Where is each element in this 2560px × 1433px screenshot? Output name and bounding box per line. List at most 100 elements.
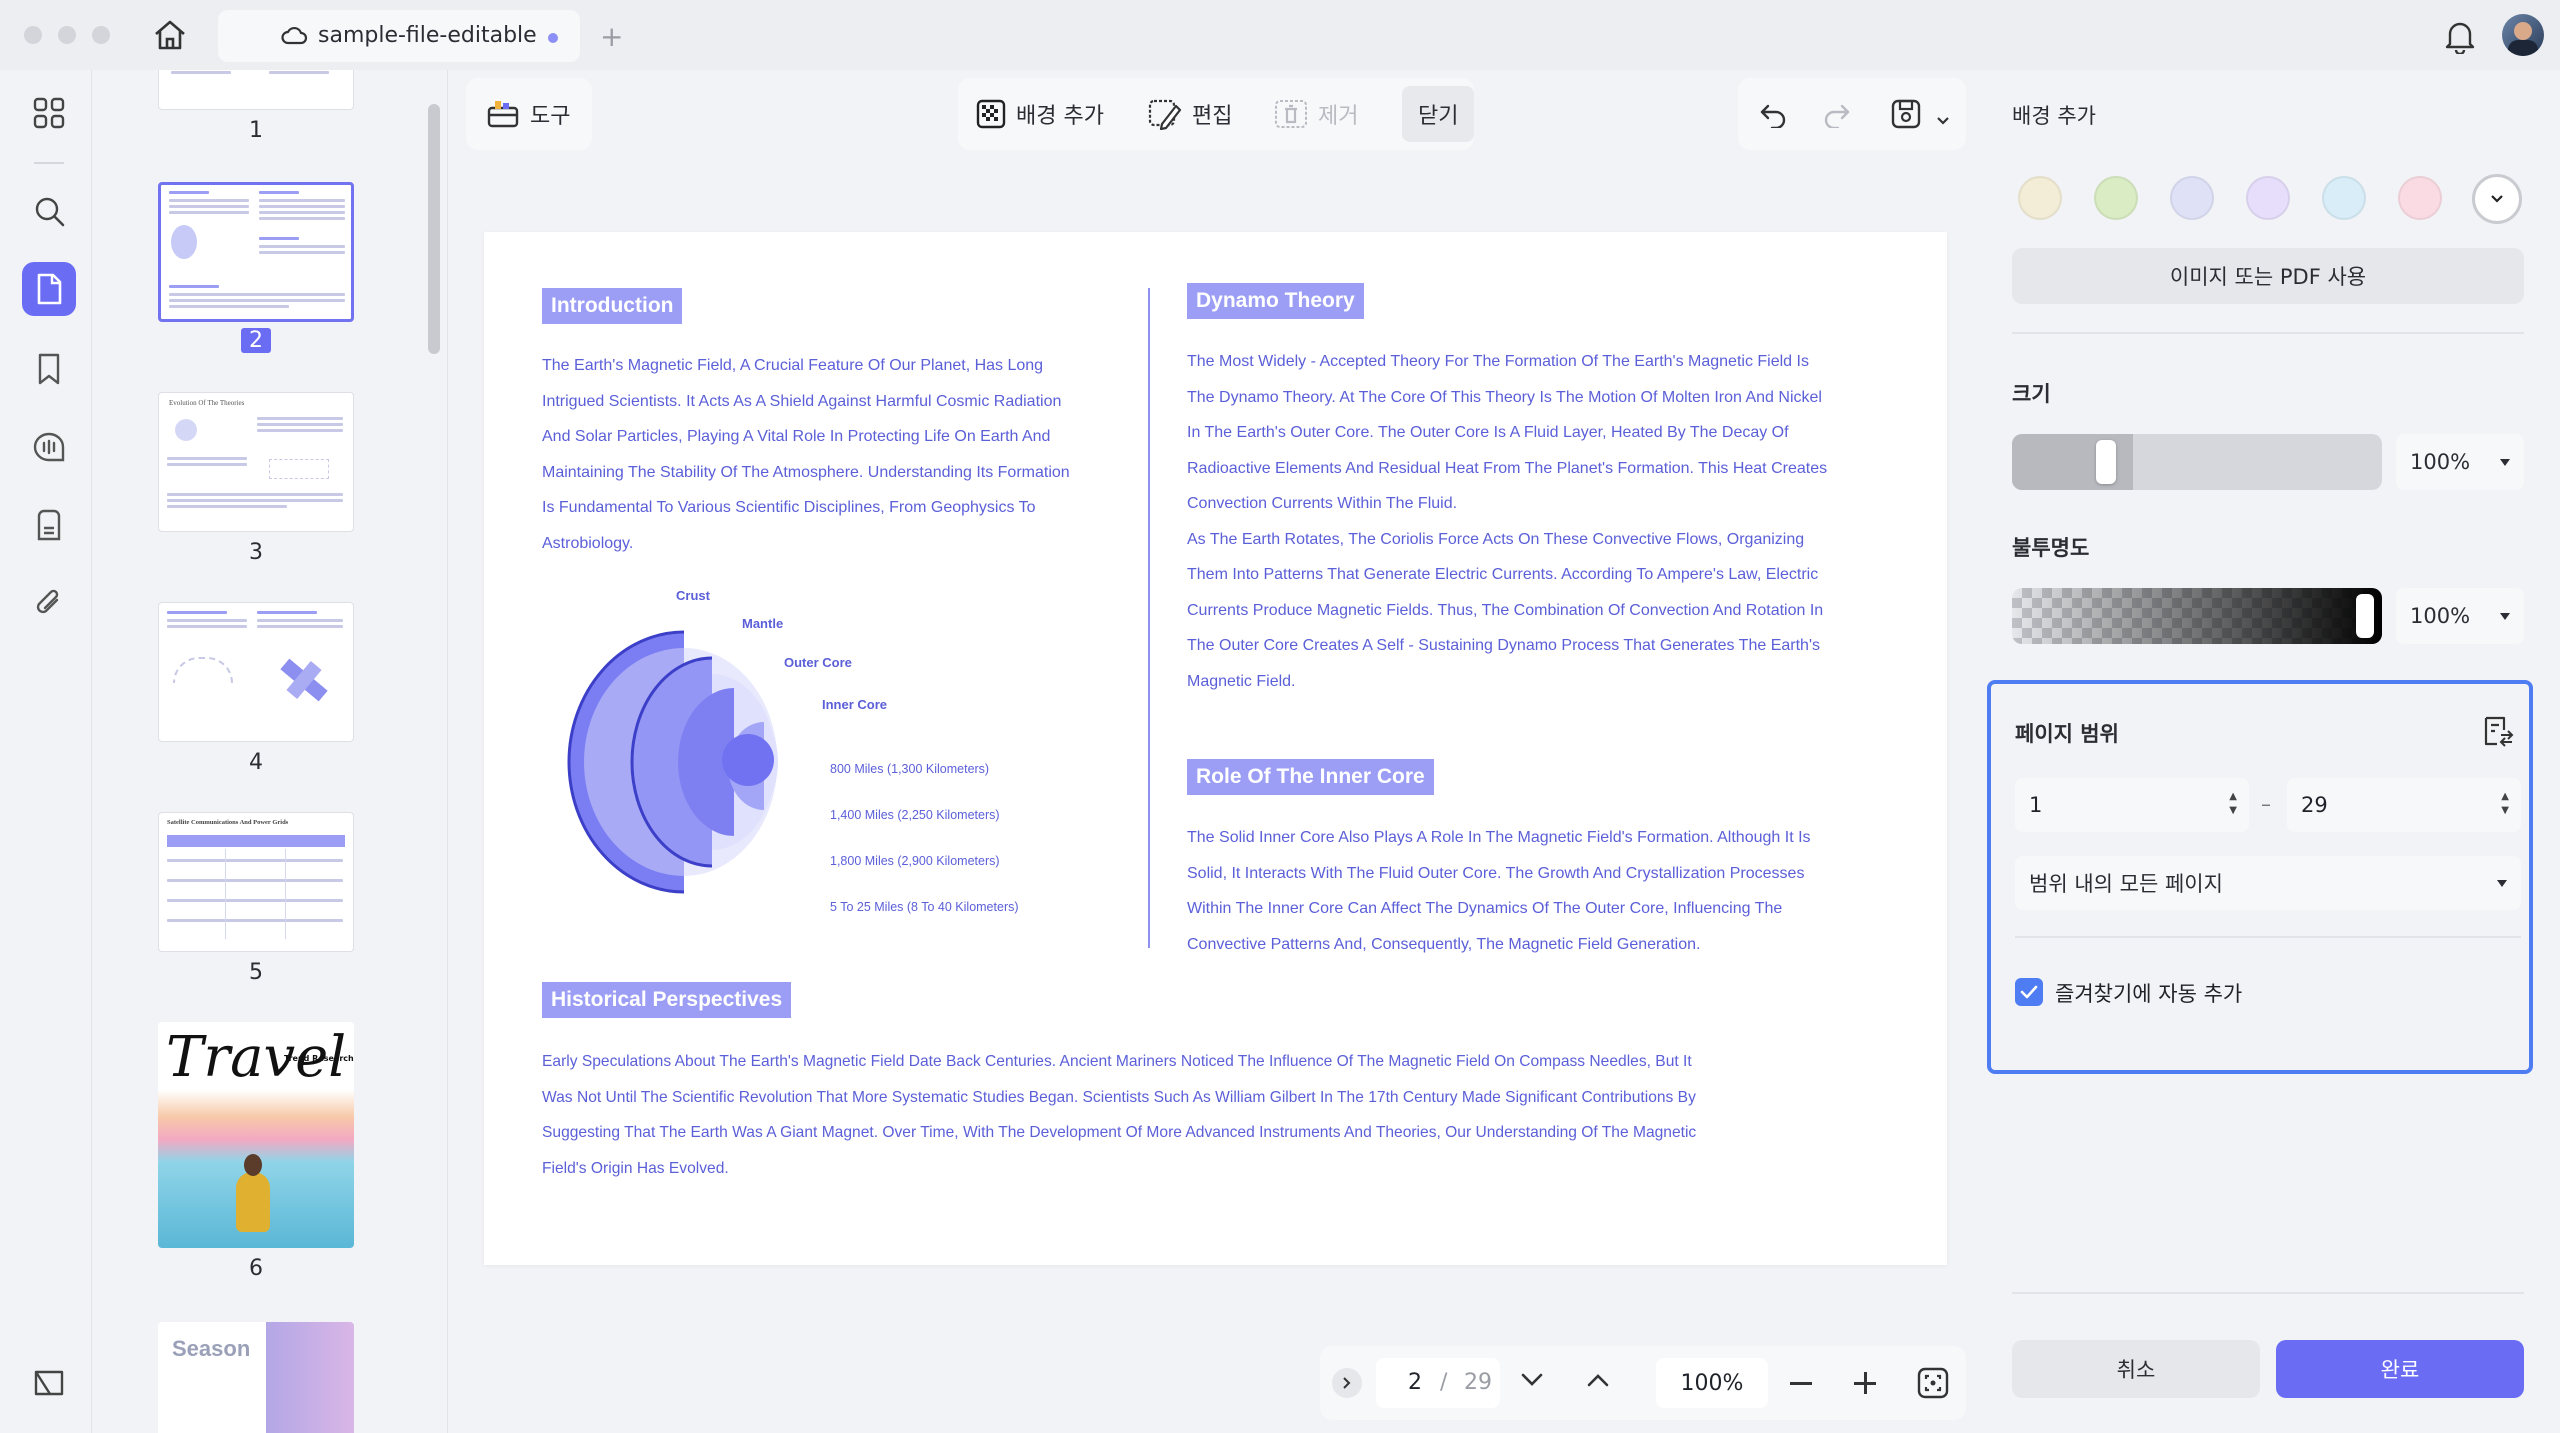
comment-icon[interactable] — [22, 420, 76, 474]
color-swatch-green[interactable] — [2094, 176, 2138, 220]
bell-icon[interactable] — [2444, 18, 2476, 58]
bookmark-icon[interactable] — [22, 342, 76, 396]
history-heading: Historical Perspectives — [542, 982, 792, 1018]
expand-pager-chevron-icon[interactable] — [1332, 1368, 1362, 1398]
range-option-dropdown[interactable]: 범위 내의 모든 페이지 — [2015, 856, 2521, 910]
range-option-value: 범위 내의 모든 페이지 — [2029, 872, 2223, 896]
undo-icon[interactable] — [1758, 100, 1788, 132]
color-swatch-periwinkle[interactable] — [2170, 176, 2214, 220]
page-range-label: 페이지 범위 — [2015, 722, 2119, 746]
stepper-arrows-icon[interactable]: ▲ ▼ — [2229, 790, 2237, 818]
thumbnail-scrollbar[interactable] — [428, 104, 440, 354]
title-bar: sample-file-editable + — [0, 0, 2560, 70]
thumbnail-label: 1 — [249, 118, 263, 143]
caret-down-icon — [2500, 612, 2510, 620]
color-swatch-beige[interactable] — [2018, 176, 2062, 220]
column-divider — [1148, 288, 1150, 948]
save-options-chevron-icon[interactable] — [1936, 111, 1950, 130]
size-slider[interactable] — [2012, 434, 2382, 490]
new-tab-plus-icon[interactable]: + — [600, 20, 623, 53]
remove-background-button[interactable]: 제거 — [1274, 78, 1358, 150]
thumbnail-page-2[interactable] — [158, 182, 354, 322]
unsaved-dot — [548, 33, 558, 43]
range-to-input[interactable]: 29 ▲ ▼ — [2287, 778, 2521, 832]
document-page: Introduction The Earth's Magnetic Field,… — [484, 232, 1947, 1265]
depth-label: 800 Miles (1,300 Kilometers) — [830, 762, 990, 776]
tab-title: sample-file-editable — [318, 23, 537, 48]
done-button[interactable]: 완료 — [2276, 1340, 2524, 1398]
page-separator: / — [1440, 1370, 1448, 1395]
thumbnail-label: 5 — [249, 960, 263, 985]
edit-background-button[interactable]: 편집 — [1148, 78, 1232, 150]
search-icon[interactable] — [22, 184, 76, 238]
auto-favorite-checkbox[interactable] — [2015, 978, 2043, 1006]
size-value-dropdown[interactable]: 100% — [2396, 434, 2524, 490]
thumbnail-page-6[interactable]: Travel Trend Research — [158, 1022, 354, 1248]
color-swatch-pink[interactable] — [2398, 176, 2442, 220]
dynamo-paragraph: The Most Widely - Accepted Theory For Th… — [1187, 353, 1828, 690]
page-range-swap-icon[interactable] — [2481, 714, 2515, 752]
opacity-slider-handle[interactable] — [2356, 594, 2374, 638]
remove-label: 제거 — [1318, 104, 1359, 129]
checkmark-icon — [2020, 985, 2038, 999]
checker-background-icon — [976, 99, 1006, 129]
close-window-button[interactable] — [24, 26, 42, 44]
more-colors-chevron-down-icon[interactable] — [2472, 174, 2522, 224]
redo-icon[interactable] — [1822, 100, 1852, 132]
tools-button[interactable]: 도구 — [486, 78, 570, 150]
attachment-icon[interactable] — [22, 576, 76, 630]
use-image-or-pdf-button[interactable]: 이미지 또는 PDF 사용 — [2012, 248, 2524, 304]
size-value: 100% — [2410, 450, 2471, 474]
opacity-value: 100% — [2410, 604, 2471, 628]
document-tab[interactable]: sample-file-editable — [218, 10, 580, 62]
range-from-input[interactable]: 1 ▲ ▼ — [2015, 778, 2249, 832]
intro-heading: Introduction — [542, 288, 683, 324]
stepper-arrows-icon[interactable]: ▲ ▼ — [2501, 790, 2509, 818]
thumbnail-label: 4 — [249, 750, 263, 775]
thumbnail-page-1[interactable] — [158, 70, 354, 110]
thumbnails-grid-icon[interactable] — [22, 86, 76, 140]
avatar[interactable] — [2502, 14, 2544, 56]
cancel-button[interactable]: 취소 — [2012, 1340, 2260, 1398]
thumbnail-page-3[interactable]: Evolution Of The Theories — [158, 392, 354, 532]
inner-core-paragraph: The Solid Inner Core Also Plays A Role I… — [1187, 829, 1811, 953]
fit-page-icon[interactable] — [1916, 1366, 1950, 1404]
close-background-button[interactable]: 닫기 — [1402, 86, 1475, 142]
sidebar-toggle-icon[interactable] — [22, 1356, 76, 1410]
edit-background-icon — [1148, 99, 1182, 130]
color-swatch-sky[interactable] — [2322, 176, 2366, 220]
current-page: 2 — [1408, 1370, 1422, 1395]
stamp-icon[interactable] — [22, 498, 76, 552]
edit-label: 편집 — [1192, 104, 1233, 129]
add-background-button[interactable]: 배경 추가 — [976, 78, 1104, 150]
previous-page-chevron-up-icon[interactable] — [1586, 1372, 1610, 1392]
size-slider-handle[interactable] — [2096, 440, 2116, 484]
zoom-out-minus-icon[interactable] — [1790, 1382, 1812, 1385]
color-swatch-lavender[interactable] — [2246, 176, 2290, 220]
page-icon[interactable] — [22, 262, 76, 316]
page-number-field[interactable]: 2 / 29 — [1376, 1358, 1500, 1408]
opacity-slider[interactable] — [2012, 588, 2382, 644]
inner-core-heading: Role Of The Inner Core — [1187, 759, 1434, 795]
save-icon[interactable] — [1890, 98, 1922, 134]
zoom-window-button[interactable] — [92, 26, 110, 44]
depth-label: 1,800 Miles (2,900 Kilometers) — [830, 854, 1000, 868]
zoom-in-plus-icon[interactable] — [1854, 1372, 1876, 1394]
caret-down-icon — [2497, 879, 2507, 887]
thumbnail-page-5[interactable]: Satellite Communications And Power Grids — [158, 812, 354, 952]
thumbnail-page-4[interactable] — [158, 602, 354, 742]
cloud-icon — [280, 24, 308, 50]
zoom-level-field[interactable]: 100% — [1656, 1358, 1768, 1408]
intro-paragraph: The Earth's Magnetic Field, A Crucial Fe… — [542, 357, 1070, 552]
history-toolbar — [1738, 78, 1966, 150]
home-icon[interactable] — [152, 18, 188, 56]
section-divider — [2012, 332, 2524, 334]
opacity-value-dropdown[interactable]: 100% — [2396, 588, 2524, 644]
thumbnail-page-7[interactable]: Season — [158, 1322, 354, 1433]
next-page-chevron-down-icon[interactable] — [1520, 1372, 1544, 1392]
tools-toolbar: 도구 — [466, 78, 592, 150]
trash-icon — [1275, 100, 1307, 128]
section-divider — [2015, 936, 2521, 938]
minimize-window-button[interactable] — [58, 26, 76, 44]
crust-label: Crust — [676, 588, 710, 603]
